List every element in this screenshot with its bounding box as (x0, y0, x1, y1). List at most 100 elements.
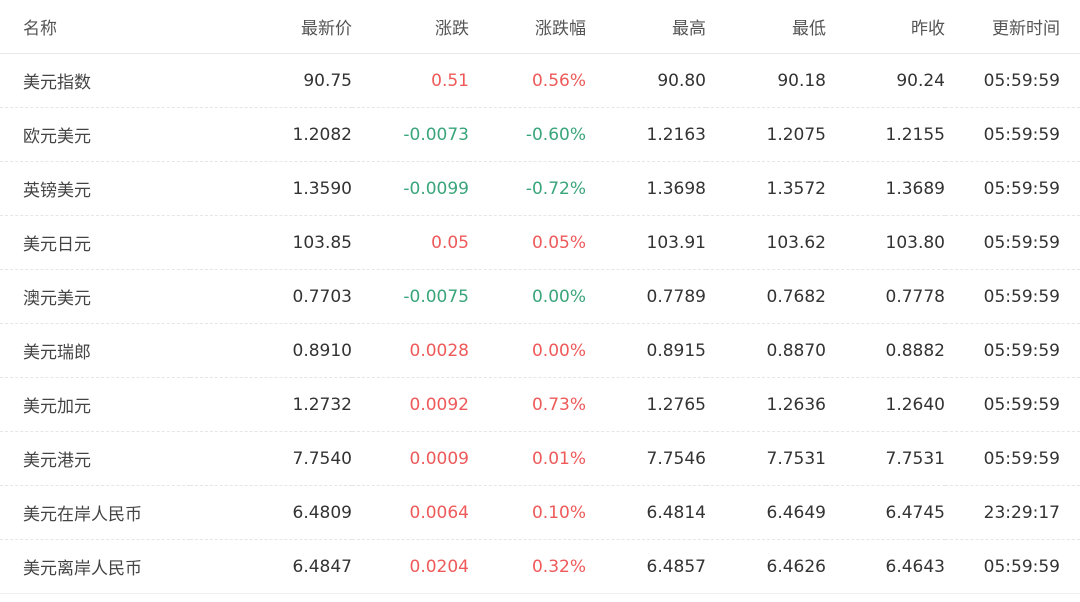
cell-price: 6.4847 (190, 539, 352, 594)
cell-low: 6.4626 (706, 539, 826, 594)
cell-update-time: 05:59:59 (945, 215, 1080, 270)
cell-name[interactable]: 欧元美元 (0, 107, 190, 162)
cell-change-pct: 0.56% (469, 53, 586, 108)
cell-prev-close: 6.4745 (826, 485, 945, 540)
cell-low: 0.8870 (706, 323, 826, 378)
cell-update-time: 05:59:59 (945, 107, 1080, 162)
table-row[interactable]: 美元瑞郎 0.8910 0.0028 0.00% 0.8915 0.8870 0.8882 0… (0, 323, 1080, 378)
cell-high: 7.7546 (586, 431, 706, 486)
cell-price: 7.7540 (190, 431, 352, 486)
column-header-change-pct[interactable]: 涨跌幅 (469, 0, 586, 54)
cell-change-pct: -0.60% (469, 107, 586, 162)
cell-high: 90.80 (586, 53, 706, 108)
cell-prev-close: 90.24 (826, 53, 945, 108)
column-header-name[interactable]: 名称 (0, 0, 190, 54)
table-header: 名称 最新价 涨跌 涨跌幅 最高 最低 昨收 更新时间 (0, 0, 1080, 54)
cell-prev-close: 1.2155 (826, 107, 945, 162)
table-row[interactable]: 美元在岸人民币 6.4809 0.0064 0.10% 6.4814 6.4649 6.47… (0, 485, 1080, 540)
cell-high: 6.4857 (586, 539, 706, 594)
cell-low: 0.7682 (706, 269, 826, 324)
header-row: 名称 最新价 涨跌 涨跌幅 最高 最低 昨收 更新时间 (0, 0, 1080, 54)
cell-prev-close: 1.3689 (826, 161, 945, 216)
column-header-price[interactable]: 最新价 (190, 0, 352, 54)
table-row[interactable]: 美元加元 1.2732 0.0092 0.73% 1.2765 1.2636 1.2640 0… (0, 377, 1080, 432)
cell-change-pct: 0.73% (469, 377, 586, 432)
forex-quote-table: 名称 最新价 涨跌 涨跌幅 最高 最低 昨收 更新时间 美元指数 90.75 0.5… (0, 0, 1080, 594)
cell-change: 0.0064 (352, 485, 469, 540)
cell-change: 0.05 (352, 215, 469, 270)
cell-name[interactable]: 澳元美元 (0, 269, 190, 324)
cell-low: 90.18 (706, 53, 826, 108)
cell-high: 1.3698 (586, 161, 706, 216)
table-row[interactable]: 美元指数 90.75 0.51 0.56% 90.80 90.18 90.24 05:59:5… (0, 53, 1080, 108)
cell-high: 1.2163 (586, 107, 706, 162)
cell-price: 1.2732 (190, 377, 352, 432)
table-body: 美元指数 90.75 0.51 0.56% 90.80 90.18 90.24 05:59:5… (0, 53, 1080, 594)
cell-change: 0.0092 (352, 377, 469, 432)
cell-change: -0.0075 (352, 269, 469, 324)
cell-price: 90.75 (190, 53, 352, 108)
cell-high: 103.91 (586, 215, 706, 270)
cell-update-time: 05:59:59 (945, 323, 1080, 378)
cell-prev-close: 0.7778 (826, 269, 945, 324)
column-header-update-time[interactable]: 更新时间 (945, 0, 1080, 54)
cell-price: 0.8910 (190, 323, 352, 378)
cell-name[interactable]: 英镑美元 (0, 161, 190, 216)
cell-prev-close: 6.4643 (826, 539, 945, 594)
cell-name[interactable]: 美元指数 (0, 53, 190, 108)
cell-change-pct: 0.32% (469, 539, 586, 594)
cell-change-pct: 0.00% (469, 323, 586, 378)
column-header-low[interactable]: 最低 (706, 0, 826, 54)
cell-update-time: 05:59:59 (945, 161, 1080, 216)
cell-price: 6.4809 (190, 485, 352, 540)
cell-name[interactable]: 美元离岸人民币 (0, 539, 190, 594)
cell-change: 0.51 (352, 53, 469, 108)
cell-high: 6.4814 (586, 485, 706, 540)
cell-change-pct: 0.05% (469, 215, 586, 270)
cell-change: -0.0073 (352, 107, 469, 162)
table-row[interactable]: 美元港元 7.7540 0.0009 0.01% 7.7546 7.7531 7.7531 0… (0, 431, 1080, 486)
cell-change-pct: -0.72% (469, 161, 586, 216)
table-row[interactable]: 澳元美元 0.7703 -0.0075 0.00% 0.7789 0.7682 0.7778… (0, 269, 1080, 324)
cell-prev-close: 0.8882 (826, 323, 945, 378)
cell-name[interactable]: 美元加元 (0, 377, 190, 432)
cell-prev-close: 103.80 (826, 215, 945, 270)
cell-change-pct: 0.10% (469, 485, 586, 540)
table-row[interactable]: 欧元美元 1.2082 -0.0073 -0.60% 1.2163 1.2075 1.215… (0, 107, 1080, 162)
cell-change: 0.0028 (352, 323, 469, 378)
cell-update-time: 05:59:59 (945, 431, 1080, 486)
cell-update-time: 05:59:59 (945, 377, 1080, 432)
cell-update-time: 05:59:59 (945, 539, 1080, 594)
cell-name[interactable]: 美元在岸人民币 (0, 485, 190, 540)
cell-update-time: 23:29:17 (945, 485, 1080, 540)
table-row[interactable]: 美元日元 103.85 0.05 0.05% 103.91 103.62 103.80 05:… (0, 215, 1080, 270)
column-header-prev-close[interactable]: 昨收 (826, 0, 945, 54)
cell-change-pct: 0.01% (469, 431, 586, 486)
cell-prev-close: 7.7531 (826, 431, 945, 486)
column-header-change[interactable]: 涨跌 (352, 0, 469, 54)
table-row[interactable]: 英镑美元 1.3590 -0.0099 -0.72% 1.3698 1.3572 1.368… (0, 161, 1080, 216)
cell-low: 103.62 (706, 215, 826, 270)
cell-low: 6.4649 (706, 485, 826, 540)
cell-change-pct: 0.00% (469, 269, 586, 324)
cell-update-time: 05:59:59 (945, 269, 1080, 324)
cell-price: 1.2082 (190, 107, 352, 162)
cell-high: 0.8915 (586, 323, 706, 378)
cell-low: 1.2636 (706, 377, 826, 432)
cell-low: 7.7531 (706, 431, 826, 486)
cell-price: 1.3590 (190, 161, 352, 216)
cell-name[interactable]: 美元瑞郎 (0, 323, 190, 378)
cell-price: 0.7703 (190, 269, 352, 324)
cell-name[interactable]: 美元港元 (0, 431, 190, 486)
cell-update-time: 05:59:59 (945, 53, 1080, 108)
column-header-high[interactable]: 最高 (586, 0, 706, 54)
cell-change: 0.0204 (352, 539, 469, 594)
cell-change: 0.0009 (352, 431, 469, 486)
cell-low: 1.3572 (706, 161, 826, 216)
cell-change: -0.0099 (352, 161, 469, 216)
cell-price: 103.85 (190, 215, 352, 270)
table-row[interactable]: 美元离岸人民币 6.4847 0.0204 0.32% 6.4857 6.4626 6.46… (0, 539, 1080, 594)
cell-name[interactable]: 美元日元 (0, 215, 190, 270)
cell-high: 1.2765 (586, 377, 706, 432)
cell-low: 1.2075 (706, 107, 826, 162)
